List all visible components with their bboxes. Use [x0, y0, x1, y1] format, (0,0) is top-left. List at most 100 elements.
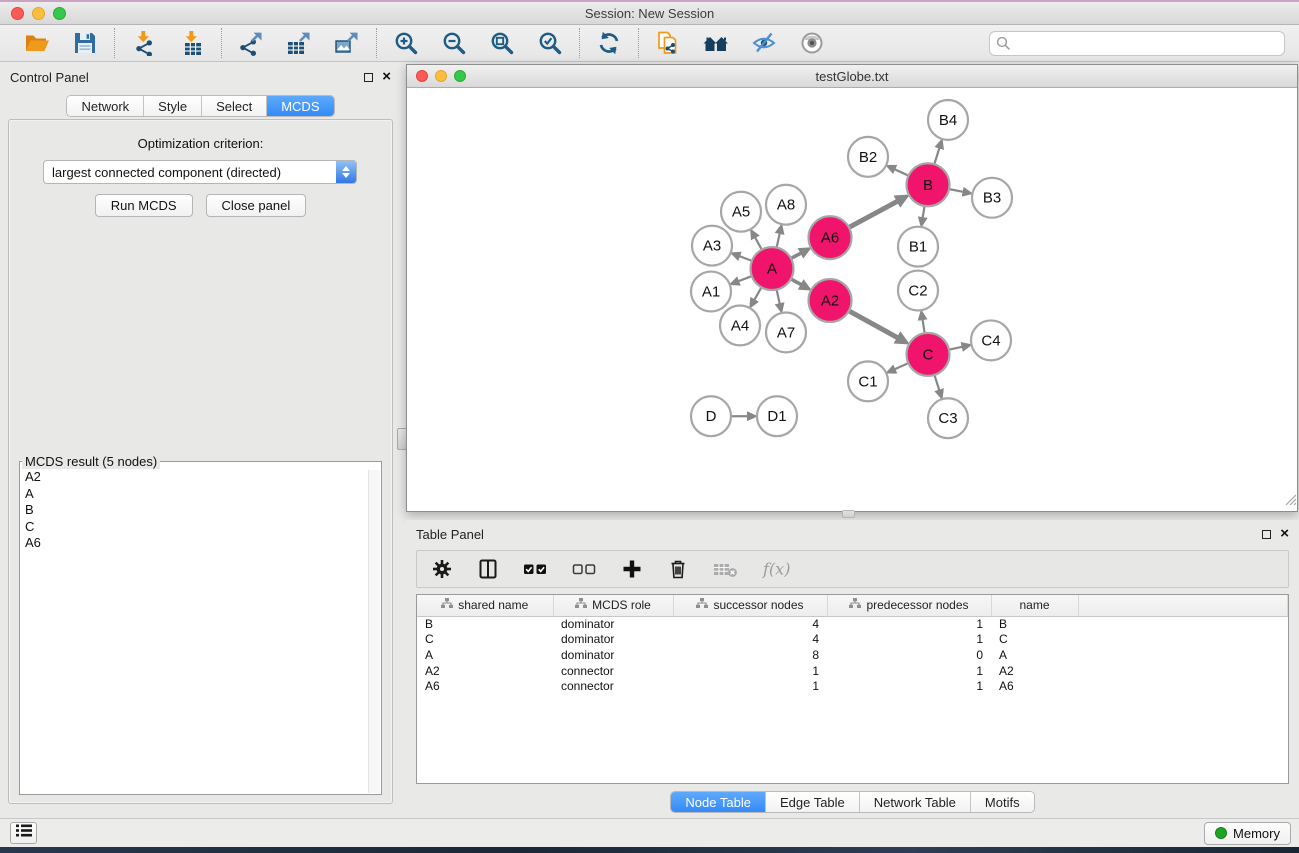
node-A2[interactable]: A2	[809, 279, 852, 322]
refresh-icon[interactable]	[595, 29, 623, 57]
cell-MCDS-role[interactable]: dominator	[553, 616, 673, 632]
edge-C-C4[interactable]	[950, 347, 963, 350]
tab-style[interactable]: Style	[144, 96, 202, 116]
node-B1[interactable]: B1	[898, 227, 938, 267]
mcds-result-list[interactable]: A2ABCA6	[20, 469, 381, 794]
edge-A-A6[interactable]	[792, 253, 802, 258]
cell-successor-nodes[interactable]: 8	[673, 647, 827, 663]
edge-A2-C[interactable]	[850, 311, 898, 337]
tab-edge-table[interactable]: Edge Table	[766, 792, 860, 812]
settings-icon[interactable]	[431, 558, 453, 580]
edge-B-B1[interactable]	[923, 207, 925, 218]
cell-successor-nodes[interactable]: 1	[673, 663, 827, 679]
import-table-icon[interactable]	[178, 29, 206, 57]
zoom-out-icon[interactable]	[440, 29, 468, 57]
mcds-list-scrollbar[interactable]	[368, 470, 380, 793]
cell-successor-nodes[interactable]: 4	[673, 616, 827, 632]
mcds-result-item[interactable]: A	[20, 486, 381, 503]
cell-shared-name[interactable]: A	[417, 647, 553, 663]
import-network-icon[interactable]	[130, 29, 158, 57]
cell-name[interactable]: C	[991, 632, 1078, 648]
cell-successor-nodes[interactable]: 4	[673, 632, 827, 648]
node-D1[interactable]: D1	[757, 396, 797, 436]
node-B2[interactable]: B2	[848, 137, 888, 177]
new-network-from-selection-icon[interactable]	[654, 29, 682, 57]
cell-MCDS-role[interactable]: connector	[553, 663, 673, 679]
cell-shared-name[interactable]: A6	[417, 678, 553, 694]
node-C3[interactable]: C3	[928, 398, 968, 438]
edge-A-A5[interactable]	[755, 237, 761, 249]
mcds-result-item[interactable]: B	[20, 502, 381, 519]
save-session-icon[interactable]	[71, 29, 99, 57]
table-row[interactable]: A6connector11A6	[417, 678, 1288, 694]
cell-name[interactable]: A	[991, 647, 1078, 663]
cell-name[interactable]: B	[991, 616, 1078, 632]
node-A4[interactable]: A4	[720, 305, 760, 345]
table-row[interactable]: Bdominator41B	[417, 616, 1288, 632]
table-row[interactable]: Cdominator41C	[417, 632, 1288, 648]
search-input[interactable]	[989, 31, 1285, 56]
run-mcds-button[interactable]: Run MCDS	[95, 194, 193, 217]
node-A7[interactable]: A7	[766, 312, 806, 352]
export-table-icon[interactable]	[285, 29, 313, 57]
create-column-icon[interactable]	[621, 558, 643, 580]
float-table-panel-icon[interactable]	[1262, 530, 1271, 539]
edge-B-B2[interactable]	[894, 169, 907, 175]
home-icon[interactable]	[702, 29, 730, 57]
edge-A-A7[interactable]	[777, 291, 780, 305]
horizontal-split-grip[interactable]	[842, 510, 855, 518]
tab-motifs[interactable]: Motifs	[971, 792, 1034, 812]
mcds-result-item[interactable]: C	[20, 519, 381, 536]
zoom-fit-icon[interactable]	[488, 29, 516, 57]
memory-button[interactable]: Memory	[1204, 822, 1291, 845]
cell-name[interactable]: A6	[991, 678, 1078, 694]
column-header-shared-name[interactable]: shared name	[417, 595, 553, 616]
cell-successor-nodes[interactable]: 1	[673, 678, 827, 694]
cell-MCDS-role[interactable]: dominator	[553, 632, 673, 648]
cell-predecessor-nodes[interactable]: 0	[827, 647, 991, 663]
node-D[interactable]: D	[691, 396, 731, 436]
node-B[interactable]: B	[907, 163, 950, 206]
node-A8[interactable]: A8	[766, 185, 806, 225]
edge-A-A8[interactable]	[777, 233, 780, 247]
close-panel-button[interactable]: Close panel	[206, 194, 307, 217]
column-header-MCDS-role[interactable]: MCDS role	[553, 595, 673, 616]
zoom-in-icon[interactable]	[392, 29, 420, 57]
edge-A-A4[interactable]	[754, 288, 761, 300]
cell-predecessor-nodes[interactable]: 1	[827, 663, 991, 679]
node-A5[interactable]: A5	[721, 192, 761, 232]
export-image-icon[interactable]	[333, 29, 361, 57]
open-session-icon[interactable]	[23, 29, 51, 57]
cell-MCDS-role[interactable]: connector	[553, 678, 673, 694]
node-B4[interactable]: B4	[928, 100, 968, 140]
mcds-result-item[interactable]: A2	[20, 469, 381, 486]
column-header-successor-nodes[interactable]: successor nodes	[673, 595, 827, 616]
delete-columns-icon[interactable]	[667, 558, 689, 580]
task-history-button[interactable]	[10, 822, 37, 844]
edge-C-C1[interactable]	[894, 364, 907, 370]
select-all-icon[interactable]	[523, 561, 548, 577]
cell-MCDS-role[interactable]: dominator	[553, 647, 673, 663]
cell-shared-name[interactable]: C	[417, 632, 553, 648]
node-A6[interactable]: A6	[809, 216, 852, 259]
edge-C-C3[interactable]	[935, 376, 940, 391]
node-C4[interactable]: C4	[971, 320, 1011, 360]
edge-A-A1[interactable]	[738, 276, 751, 281]
tab-node-table[interactable]: Node Table	[671, 792, 766, 812]
node-C[interactable]: C	[907, 333, 950, 376]
deselect-all-icon[interactable]	[572, 561, 597, 577]
hide-selected-icon[interactable]	[750, 29, 778, 57]
table-row[interactable]: A2connector11A2	[417, 663, 1288, 679]
close-panel-icon[interactable]: ×	[382, 72, 391, 82]
export-network-icon[interactable]	[237, 29, 265, 57]
node-C1[interactable]: C1	[848, 361, 888, 401]
optimization-criterion-dropdown[interactable]: largest connected component (directed)	[43, 160, 357, 184]
edge-B-B4[interactable]	[935, 148, 940, 164]
node-B3[interactable]: B3	[972, 178, 1012, 218]
tab-mcds[interactable]: MCDS	[267, 96, 333, 116]
edge-C-C2[interactable]	[923, 319, 925, 332]
window-resize-grip[interactable]	[1283, 492, 1296, 510]
mcds-result-item[interactable]: A6	[20, 535, 381, 552]
cell-predecessor-nodes[interactable]: 1	[827, 616, 991, 632]
edge-A6-B[interactable]	[850, 201, 898, 227]
